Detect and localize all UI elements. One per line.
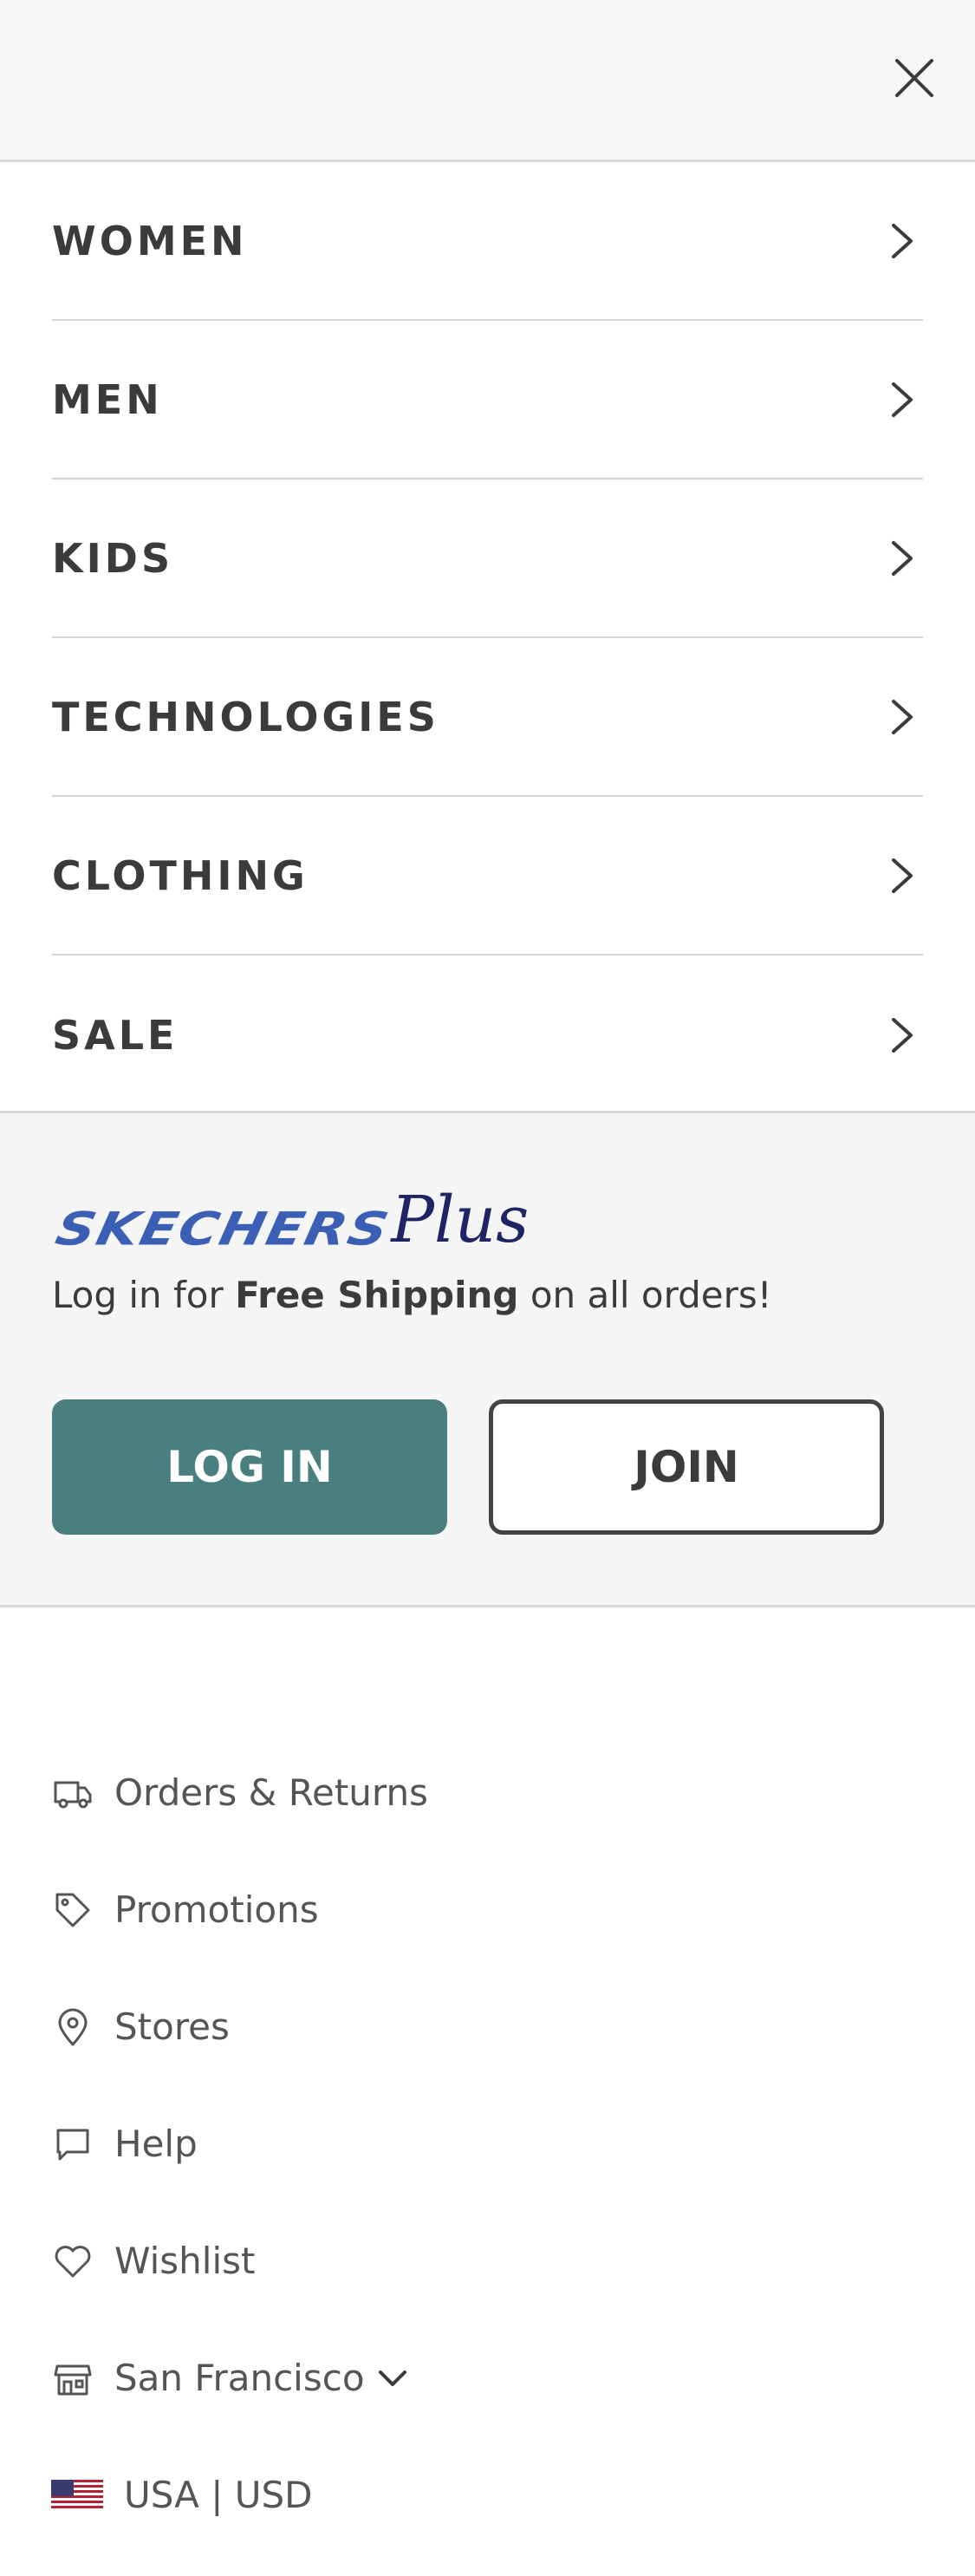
logo-brand: SKECHERS xyxy=(51,1202,395,1256)
link-label: Promotions xyxy=(114,1888,319,1931)
join-button[interactable]: JOIN xyxy=(489,1399,884,1535)
skechers-plus-logo: SKECHERS Plus xyxy=(51,1174,530,1257)
us-flag-icon xyxy=(51,2479,103,2511)
link-wishlist[interactable]: Wishlist xyxy=(52,2202,923,2319)
link-stores[interactable]: Stores xyxy=(52,1968,923,2085)
utility-links: Orders & Returns Promotions Stores Help … xyxy=(51,1734,923,2553)
nav-item-label: WOMEN xyxy=(52,217,248,264)
chevron-down-icon xyxy=(378,2370,406,2386)
promo-text: Log in for Free Shipping on all orders! xyxy=(52,1274,772,1316)
promo-bold: Free Shipping xyxy=(235,1274,519,1316)
chevron-right-icon xyxy=(892,223,913,258)
nav-item-label: MEN xyxy=(52,375,163,423)
chevron-right-icon xyxy=(892,858,913,893)
chat-bubble-icon xyxy=(56,2129,89,2160)
link-orders-returns[interactable]: Orders & Returns xyxy=(52,1734,923,1851)
truck-icon xyxy=(54,1781,92,1808)
nav-item-technologies[interactable]: TECHNOLOGIES xyxy=(52,638,923,797)
link-label: Wishlist xyxy=(114,2240,256,2282)
link-help[interactable]: Help xyxy=(52,2085,923,2202)
chevron-right-icon xyxy=(892,540,913,576)
store-location-label: San Francisco xyxy=(114,2357,365,2399)
link-promotions[interactable]: Promotions xyxy=(52,1851,923,1968)
close-icon xyxy=(895,59,933,97)
map-pin-icon xyxy=(58,2008,88,2045)
nav-item-sale[interactable]: SALE xyxy=(52,955,923,1114)
nav-item-label: SALE xyxy=(52,1011,179,1059)
nav-item-women[interactable]: WOMEN xyxy=(52,162,923,321)
locale-selector[interactable]: USA | USD xyxy=(51,2436,923,2553)
nav-item-men[interactable]: MEN xyxy=(52,321,923,479)
storefront-icon xyxy=(54,2364,92,2395)
tag-icon xyxy=(55,1893,90,1927)
link-label: Help xyxy=(114,2123,198,2165)
menu-header xyxy=(0,0,975,162)
nav-item-kids[interactable]: KIDS xyxy=(52,479,923,638)
link-label: Orders & Returns xyxy=(114,1771,428,1814)
heart-icon xyxy=(55,2245,91,2277)
nav-item-label: KIDS xyxy=(52,534,174,582)
chevron-right-icon xyxy=(892,1017,913,1053)
link-label: Stores xyxy=(114,2005,230,2048)
login-button[interactable]: LOG IN xyxy=(52,1399,447,1535)
main-nav: WOMEN MEN KIDS TECHNOLOGIES CLOTHING SAL… xyxy=(0,162,975,1114)
store-selector[interactable]: San Francisco xyxy=(52,2319,923,2436)
skechers-plus-panel: SKECHERS Plus Log in for Free Shipping o… xyxy=(0,1111,975,1608)
close-button[interactable] xyxy=(890,54,939,102)
promo-suffix: on all orders! xyxy=(518,1274,772,1316)
logo-plus: Plus xyxy=(391,1183,530,1257)
nav-item-label: TECHNOLOGIES xyxy=(52,693,439,740)
chevron-right-icon xyxy=(892,382,913,417)
chevron-right-icon xyxy=(892,699,913,734)
locale-label: USA | USD xyxy=(124,2474,313,2516)
nav-item-clothing[interactable]: CLOTHING xyxy=(52,797,923,955)
promo-prefix: Log in for xyxy=(52,1274,236,1316)
nav-item-label: CLOTHING xyxy=(52,851,309,899)
